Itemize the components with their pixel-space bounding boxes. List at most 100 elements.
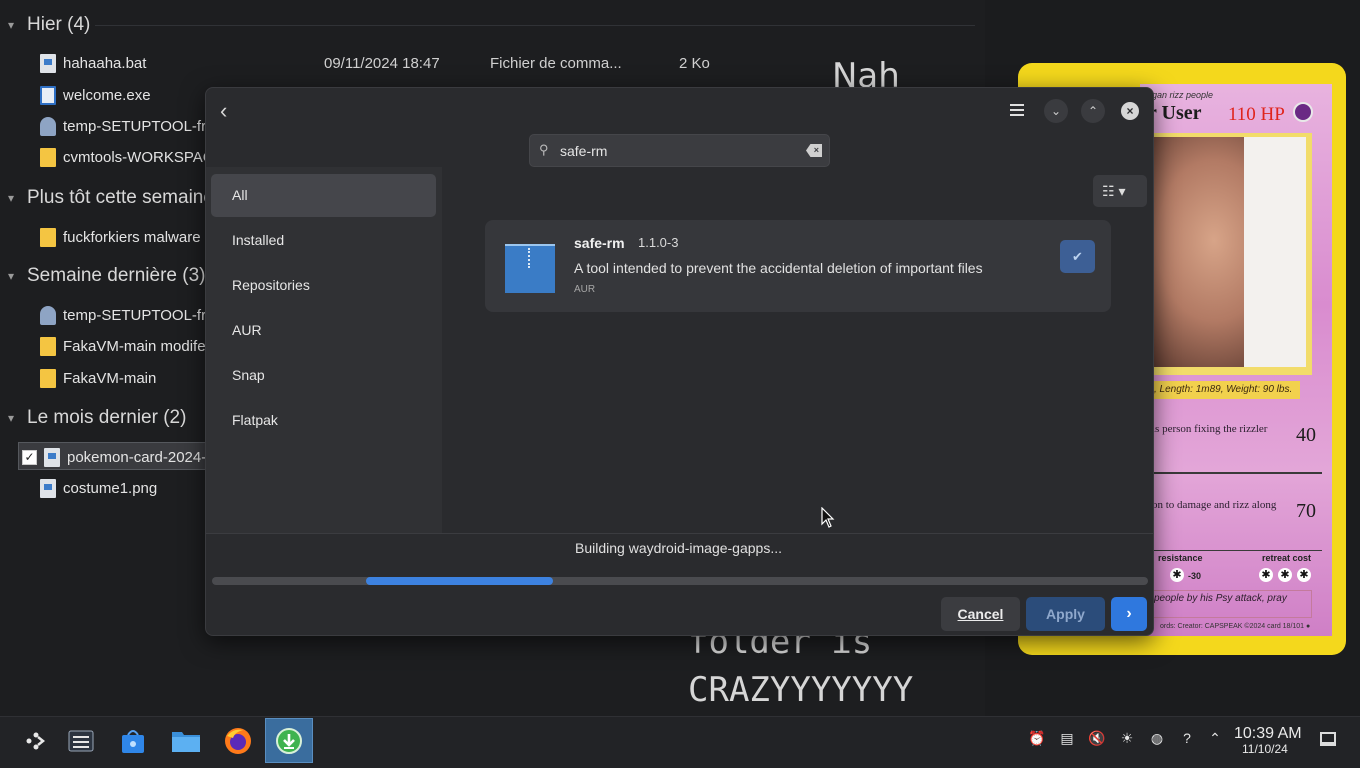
desktop: ▾ Hier (4) hahaaha.bat 09/11/2024 18:47 F… [0,0,1360,768]
package-name: safe-rm [574,235,625,251]
exe-file-icon [40,85,56,105]
build-progress-bar [212,577,1148,585]
card-subtitle: gan rizz people [1152,90,1214,100]
package-repository: AUR [574,284,596,295]
clock-date[interactable]: 11/10/24 [1242,742,1288,756]
file-size: 2 Ko [679,54,710,72]
package-manager-dialog: ‹ ⌄ ⌃ × ⚲ safe-rm × All Installed Reposi… [205,87,1154,636]
sidebar: All Installed Repositories AUR Snap Flat… [206,167,442,533]
setup-file-icon [40,305,56,325]
cancel-button[interactable]: Cancel [941,597,1020,631]
card-name: r User [1148,102,1202,124]
clipboard-icon[interactable]: ▤ [1058,729,1076,747]
chevron-down-icon: ▾ [8,411,15,425]
volume-muted-icon[interactable]: 🔇 [1088,729,1106,747]
card-damage-2: 70 [1296,500,1316,522]
package-version: 1.1.0-3 [638,235,679,250]
maximize-icon[interactable]: ⌃ [1081,99,1105,123]
chevron-down-icon: ▾ [8,269,15,283]
group-header-last-month[interactable]: ▾ Le mois dernier (2) [8,404,186,432]
card-attack-1: is person fixing the rizzler [1152,423,1268,435]
image-file-icon [44,447,60,467]
file-type: Fichier de comma... [490,54,622,72]
alarm-icon[interactable]: ⏰ [1028,729,1046,747]
search-value[interactable]: safe-rm [560,143,607,159]
package-select-checkbox[interactable]: ✔ [1060,240,1095,273]
clock-time[interactable]: 10:39 AM [1234,725,1302,743]
overlay-text-crazy: CRAZYYYYYYY [688,670,914,710]
sidebar-item-installed[interactable]: Installed [211,219,436,262]
chevron-down-icon: ▾ [8,191,15,205]
card-divider [1150,472,1322,474]
image-file-icon [40,478,56,498]
view-mode-dropdown[interactable]: ☷ ▾ [1093,175,1147,207]
minimize-icon[interactable]: ⌄ [1044,99,1068,123]
group-header-yesterday[interactable]: ▾ Hier (4) [8,11,90,39]
package-manager-icon[interactable] [265,718,313,763]
card-hp: 110 HP [1228,104,1285,125]
checkbox[interactable]: ✓ [22,449,37,465]
colorless-energy-icon: ✱ [1259,568,1273,582]
folder-icon [40,227,56,247]
psychic-type-icon [1293,102,1313,122]
progress-fill [366,577,553,585]
app-launcher-icon[interactable] [10,718,58,763]
folder-icon [40,147,56,167]
folder-row[interactable]: FakaVM-main modifed [40,334,214,358]
card-resistance-label: resistance [1158,553,1203,563]
card-attack-2: on to damage and rizz along [1152,499,1277,511]
file-row[interactable]: welcome.exe [40,83,151,107]
group-header-last-week[interactable]: ▾ Semaine dernière (3) [8,262,205,290]
divider [206,533,1153,534]
file-row-selected[interactable]: ✓ pokemon-card-2024-9- [22,445,220,469]
search-icon: ⚲ [539,142,549,157]
network-icon[interactable]: ◍ [1148,729,1166,747]
folder-row[interactable]: fuckforkiers malware [40,225,201,249]
chevron-up-icon[interactable]: ⌃ [1206,729,1224,747]
folder-icon [40,336,56,356]
sidebar-item-all[interactable]: All [211,174,436,217]
divider [95,25,975,26]
card-damage-1: 40 [1296,424,1316,446]
apply-button[interactable]: Apply [1026,597,1105,631]
package-description: A tool intended to prevent the accidenta… [574,260,983,276]
taskbar: ⏰ ▤ 🔇 ☀ ◍ ? ⌃ 10:39 AM 11/10/24 [0,716,1360,768]
close-icon[interactable]: × [1121,102,1139,120]
group-header-earlier-this-week[interactable]: ▾ Plus tôt cette semaine ( [8,184,226,212]
batch-file-icon [40,53,56,73]
search-input[interactable]: ⚲ safe-rm × [529,134,830,167]
folder-row[interactable]: FakaVM-main [40,366,156,390]
build-status-text: Building waydroid-image-gapps... [575,540,782,556]
file-row[interactable]: costume1.png [40,476,157,500]
back-icon[interactable]: ‹ [220,98,240,124]
archive-package-icon [505,244,555,293]
brightness-icon[interactable]: ☀ [1118,729,1136,747]
clear-search-icon[interactable]: × [806,144,822,157]
chevron-down-icon: ▾ [8,18,15,32]
software-store-icon[interactable] [109,718,157,763]
colorless-energy-icon: ✱ [1278,568,1292,582]
file-date: 09/11/2024 18:47 [324,54,440,72]
file-row[interactable]: temp-SETUPTOOL-from [40,114,227,138]
next-button[interactable]: › [1111,597,1147,631]
sidebar-item-flatpak[interactable]: Flatpak [211,399,436,442]
folder-row[interactable]: cvmtools-WORKSPACE [40,145,224,169]
hamburger-menu-icon[interactable] [1010,104,1024,116]
card-photo-background [1244,137,1306,367]
help-icon[interactable]: ? [1178,729,1196,747]
file-manager-icon[interactable] [162,718,210,763]
firefox-icon[interactable] [214,718,262,763]
system-settings-icon[interactable] [57,718,105,763]
file-row[interactable]: temp-SETUPTOOL-from [40,303,227,327]
card-flavor-text: people by his Psy attack, pray [1150,590,1312,618]
sidebar-item-repositories[interactable]: Repositories [211,264,436,307]
folder-icon [40,368,56,388]
sidebar-item-snap[interactable]: Snap [211,354,436,397]
setup-file-icon [40,116,56,136]
package-result-card[interactable]: safe-rm 1.1.0-3 A tool intended to preve… [485,220,1111,312]
sidebar-item-aur[interactable]: AUR [211,309,436,352]
mouse-cursor-icon [821,507,835,528]
card-resistance-value: -30 [1188,571,1202,581]
show-desktop-icon[interactable] [1320,732,1336,746]
card-divider [1150,550,1322,551]
